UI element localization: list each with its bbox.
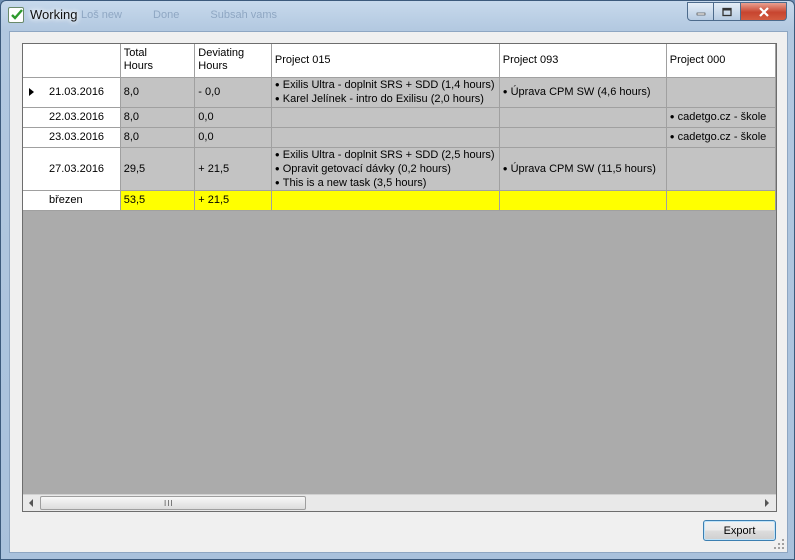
table-row[interactable]: 21.03.2016 8,0 - 0,0 Exilis Ultra - dopl… xyxy=(23,77,776,108)
row-date: 23.03.2016 xyxy=(49,131,105,143)
close-icon xyxy=(758,6,769,17)
task-entry: Exilis Ultra - doplnit SRS + SDD (1,4 ho… xyxy=(275,78,496,92)
hours-grid[interactable]: Total Hours Deviating Hours Project 015 … xyxy=(22,43,777,512)
ghost-menu-item: Done xyxy=(153,9,180,21)
column-header-deviating-hours[interactable]: Deviating Hours xyxy=(194,44,272,78)
task-entry: Úprava CPM SW (4,6 hours) xyxy=(503,85,663,99)
deviating-hours-cell[interactable]: 0,0 xyxy=(194,107,272,128)
project-093-cell[interactable]: Úprava CPM SW (11,5 hours) xyxy=(499,147,667,191)
window-title: Working xyxy=(30,7,78,22)
column-header-total-hours[interactable]: Total Hours xyxy=(120,44,196,78)
row-header[interactable]: 23.03.2016 xyxy=(23,127,121,148)
column-header-project-093[interactable]: Project 093 xyxy=(499,44,667,78)
task-entry: Exilis Ultra - doplnit SRS + SDD (2,5 ho… xyxy=(275,148,496,162)
total-hours-cell[interactable]: 8,0 xyxy=(120,77,196,108)
table-row[interactable]: 23.03.2016 8,0 0,0 cadetgo.cz - škole xyxy=(23,127,776,148)
row-header[interactable]: 22.03.2016 xyxy=(23,107,121,128)
scrollbar-thumb[interactable]: III xyxy=(40,496,306,510)
header-row: Total Hours Deviating Hours Project 015 … xyxy=(23,44,776,78)
project-093-cell[interactable] xyxy=(499,107,667,128)
project-000-cell[interactable] xyxy=(666,77,776,108)
summary-total-hours-cell[interactable]: 53,5 xyxy=(120,190,196,211)
checklist-icon xyxy=(8,7,24,23)
summary-label: březen xyxy=(49,194,83,206)
task-entry: Opravit getovací dávky (0,2 hours) xyxy=(275,162,496,176)
project-093-cell[interactable]: Úprava CPM SW (4,6 hours) xyxy=(499,77,667,108)
task-entry: This is a new task (3,5 hours) xyxy=(275,176,496,190)
scroll-left-button[interactable] xyxy=(23,495,40,511)
minimize-icon xyxy=(696,12,705,15)
resize-grip-icon[interactable] xyxy=(773,538,785,550)
minimize-button[interactable] xyxy=(687,2,714,21)
summary-project-015-cell[interactable] xyxy=(271,190,500,211)
column-header-project-000[interactable]: Project 000 xyxy=(666,44,776,78)
ghost-menu-item: Loš new xyxy=(81,9,122,21)
grip-icon: III xyxy=(164,499,174,508)
task-entry: Úprava CPM SW (11,5 hours) xyxy=(503,162,663,176)
summary-deviating-hours-cell[interactable]: + 21,5 xyxy=(194,190,272,211)
summary-project-093-cell[interactable] xyxy=(499,190,667,211)
project-000-cell[interactable]: cadetgo.cz - škole xyxy=(666,107,776,128)
total-hours-cell[interactable]: 8,0 xyxy=(120,127,196,148)
deviating-hours-cell[interactable]: - 0,0 xyxy=(194,77,272,108)
arrow-right-icon xyxy=(765,499,769,507)
horizontal-scrollbar[interactable]: III xyxy=(23,494,776,511)
summary-row[interactable]: březen 53,5 + 21,5 xyxy=(23,190,776,211)
column-header-project-015[interactable]: Project 015 xyxy=(271,44,500,78)
table-row[interactable]: 22.03.2016 8,0 0,0 cadetgo.cz - škole xyxy=(23,107,776,128)
row-date: 22.03.2016 xyxy=(49,111,105,123)
title-bar[interactable]: Working Loš new Done Subsah vams xyxy=(1,1,794,29)
maximize-button[interactable] xyxy=(714,2,741,21)
row-header[interactable]: březen xyxy=(23,190,121,211)
export-button[interactable]: Export xyxy=(703,520,776,541)
project-015-cell[interactable] xyxy=(271,107,500,128)
task-entry: Karel Jelínek - intro do Exilisu (2,0 ho… xyxy=(275,92,496,106)
main-window: Working Loš new Done Subsah vams Total H… xyxy=(0,0,795,560)
project-000-cell[interactable]: cadetgo.cz - škole xyxy=(666,127,776,148)
ghost-menu-item: Subsah vams xyxy=(210,9,278,21)
summary-project-000-cell[interactable] xyxy=(666,190,776,211)
table-row[interactable]: 27.03.2016 29,5 + 21,5 Exilis Ultra - do… xyxy=(23,147,776,191)
scroll-right-button[interactable] xyxy=(759,495,776,511)
project-093-cell[interactable] xyxy=(499,127,667,148)
project-015-cell[interactable]: Exilis Ultra - doplnit SRS + SDD (2,5 ho… xyxy=(271,147,500,191)
task-entry: cadetgo.cz - škole xyxy=(670,130,772,144)
current-row-arrow-icon xyxy=(29,88,34,96)
arrow-left-icon xyxy=(29,499,33,507)
total-hours-cell[interactable]: 8,0 xyxy=(120,107,196,128)
row-header[interactable]: 21.03.2016 xyxy=(23,77,121,108)
hours-table: Total Hours Deviating Hours Project 015 … xyxy=(23,44,776,211)
row-header[interactable]: 27.03.2016 xyxy=(23,147,121,191)
deviating-hours-cell[interactable]: + 21,5 xyxy=(194,147,272,191)
project-015-cell[interactable]: Exilis Ultra - doplnit SRS + SDD (1,4 ho… xyxy=(271,77,500,108)
total-hours-cell[interactable]: 29,5 xyxy=(120,147,196,191)
row-header-corner xyxy=(23,44,121,78)
project-015-cell[interactable] xyxy=(271,127,500,148)
project-000-cell[interactable] xyxy=(666,147,776,191)
close-button[interactable] xyxy=(741,2,787,21)
row-date: 27.03.2016 xyxy=(49,162,105,175)
background-menu: Loš new Done Subsah vams xyxy=(81,9,305,21)
row-date: 21.03.2016 xyxy=(49,86,105,98)
deviating-hours-cell[interactable]: 0,0 xyxy=(194,127,272,148)
task-entry: cadetgo.cz - škole xyxy=(670,110,772,124)
maximize-icon xyxy=(722,7,732,16)
client-area: Total Hours Deviating Hours Project 015 … xyxy=(9,31,788,553)
